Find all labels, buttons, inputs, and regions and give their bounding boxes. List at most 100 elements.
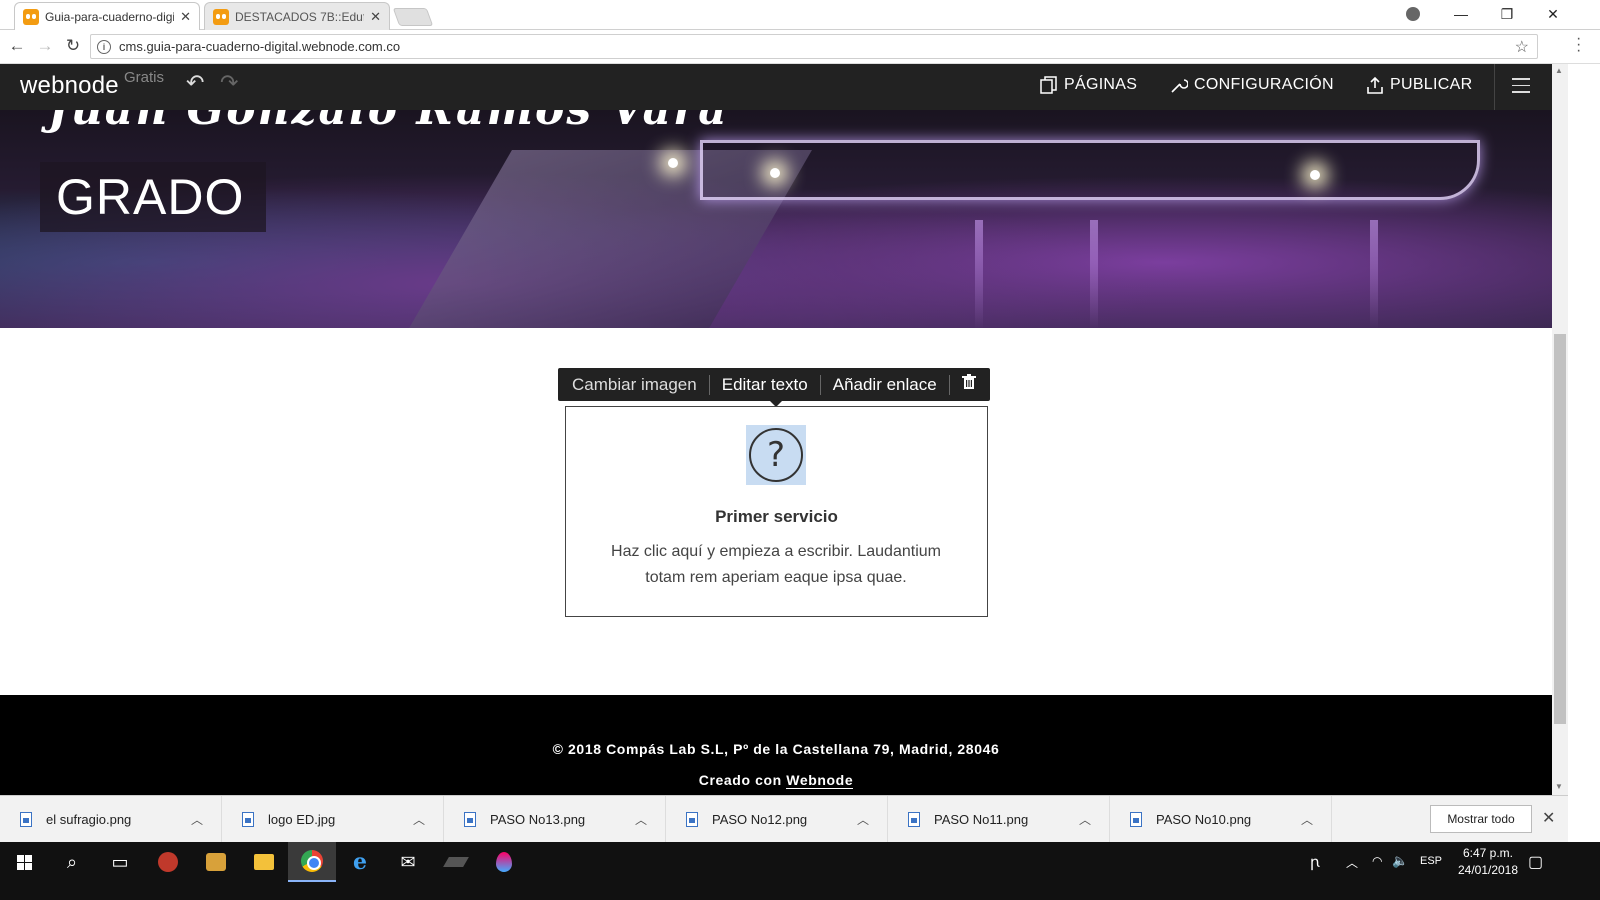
- chevron-up-icon[interactable]: ︿: [413, 811, 443, 828]
- file-explorer-icon[interactable]: [240, 842, 288, 882]
- webnode-link[interactable]: Webnode: [786, 772, 854, 789]
- mail-icon[interactable]: ✉: [384, 842, 432, 882]
- profile-icon[interactable]: [1390, 0, 1436, 28]
- internet-explorer-icon[interactable]: e: [336, 842, 384, 882]
- redo-icon[interactable]: ↷: [220, 70, 238, 96]
- image-file-icon: [242, 812, 254, 827]
- chevron-up-icon[interactable]: ︿: [635, 811, 665, 828]
- edit-text-button[interactable]: Editar texto: [710, 374, 821, 395]
- pages-button[interactable]: PÁGINAS: [1040, 76, 1137, 94]
- upload-icon: [1366, 76, 1384, 94]
- volume-icon[interactable]: 🔈: [1392, 853, 1408, 869]
- notifications-icon[interactable]: ▢: [1528, 852, 1543, 872]
- webnode-favicon-icon: [23, 8, 39, 25]
- new-tab-button[interactable]: [392, 8, 434, 26]
- hero-deck-lights: [700, 140, 1480, 200]
- app-red-icon[interactable]: [144, 842, 192, 882]
- page-scrollbar[interactable]: ▲ ▼: [1552, 64, 1568, 795]
- plan-label: Gratis: [124, 69, 165, 86]
- image-file-icon: [908, 812, 920, 827]
- chrome-icon[interactable]: [288, 842, 336, 882]
- footer-made-with: Creado con Webnode: [0, 772, 1552, 789]
- chevron-up-icon[interactable]: ︿: [1301, 811, 1331, 828]
- image-file-icon: [1130, 812, 1142, 827]
- grado-heading[interactable]: GRADO: [56, 168, 244, 226]
- search-icon[interactable]: ⌕: [48, 842, 96, 882]
- download-item[interactable]: PASO No10.png ︿: [1110, 796, 1332, 843]
- show-all-button[interactable]: Mostrar todo: [1430, 805, 1532, 833]
- app-paint-icon[interactable]: [480, 842, 528, 882]
- download-filename: logo ED.jpg: [268, 812, 336, 827]
- info-icon[interactable]: i: [97, 39, 111, 54]
- wifi-icon[interactable]: ◠: [1372, 854, 1382, 868]
- pages-label: PÁGINAS: [1064, 76, 1138, 93]
- close-tab-icon[interactable]: ✕: [180, 9, 191, 25]
- water-reflection: [975, 220, 983, 328]
- close-downloads-icon[interactable]: ✕: [1542, 808, 1555, 828]
- address-bar[interactable]: i cms.guia-para-cuaderno-digital.webnode…: [90, 34, 1538, 59]
- download-item[interactable]: logo ED.jpg ︿: [222, 796, 444, 843]
- app-dark-icon[interactable]: [432, 842, 480, 882]
- scroll-thumb[interactable]: [1554, 334, 1566, 724]
- trash-icon[interactable]: [950, 374, 976, 395]
- reload-icon[interactable]: ↻: [62, 35, 84, 57]
- webnode-logo[interactable]: webnode: [20, 72, 119, 100]
- windows-start-icon[interactable]: [0, 842, 48, 882]
- people-icon[interactable]: ꞃ: [1310, 853, 1320, 871]
- download-filename: PASO No13.png: [490, 812, 586, 827]
- task-view-icon[interactable]: ▭: [96, 842, 144, 882]
- webnode-editor-bar: webnode Gratis ↶ ↷ PÁGINAS CONFIGURACIÓN…: [0, 64, 1552, 110]
- add-link-button[interactable]: Añadir enlace: [821, 374, 950, 395]
- close-window-button[interactable]: ✕: [1530, 0, 1576, 28]
- download-filename: el sufragio.png: [46, 812, 132, 827]
- tab-guia[interactable]: Guia-para-cuaderno-digi ✕: [14, 2, 200, 30]
- chevron-up-icon[interactable]: ︿: [1346, 854, 1358, 871]
- minimize-button[interactable]: —: [1438, 0, 1484, 28]
- restore-button[interactable]: ❐: [1484, 0, 1530, 28]
- download-item[interactable]: el sufragio.png ︿: [0, 796, 222, 843]
- tab-destacados[interactable]: DESTACADOS 7B::Edufisi ✕: [204, 2, 390, 30]
- lamp-light-icon: [668, 158, 678, 168]
- url-text[interactable]: cms.guia-para-cuaderno-digital.webnode.c…: [119, 39, 400, 54]
- webnode-favicon-icon: [213, 8, 229, 25]
- tab-title: Guia-para-cuaderno-digi: [45, 9, 175, 24]
- image-file-icon: [686, 812, 698, 827]
- question-mark-icon[interactable]: ?: [746, 425, 806, 485]
- service-title[interactable]: Primer servicio: [566, 507, 987, 527]
- download-item[interactable]: PASO No13.png ︿: [444, 796, 666, 843]
- downloads-bar: el sufragio.png ︿ logo ED.jpg ︿ PASO No1…: [0, 795, 1568, 843]
- chevron-up-icon[interactable]: ︿: [191, 811, 221, 828]
- publish-label: PUBLICAR: [1390, 76, 1473, 93]
- forward-arrow-icon[interactable]: →: [34, 35, 56, 57]
- change-image-button[interactable]: Cambiar imagen: [572, 374, 710, 395]
- browser-menu-icon[interactable]: · · ·: [1576, 31, 1581, 59]
- clock[interactable]: 6:47 p.m. 24/01/2018: [1448, 845, 1528, 879]
- publish-button[interactable]: PUBLICAR: [1366, 76, 1472, 94]
- pages-icon: [1040, 76, 1058, 94]
- download-item[interactable]: PASO No11.png ︿: [888, 796, 1110, 843]
- scroll-down-icon[interactable]: ▼: [1555, 782, 1563, 791]
- chevron-up-icon[interactable]: ︿: [857, 811, 887, 828]
- close-tab-icon[interactable]: ✕: [370, 9, 381, 25]
- bookmark-star-icon[interactable]: ☆: [1515, 37, 1529, 57]
- lamp-light-icon: [770, 168, 780, 178]
- download-filename: PASO No10.png: [1156, 812, 1252, 827]
- app-settings-icon[interactable]: [192, 842, 240, 882]
- chevron-up-icon[interactable]: ︿: [1079, 811, 1109, 828]
- configuration-button[interactable]: CONFIGURACIÓN: [1170, 76, 1334, 94]
- language-indicator[interactable]: ESP: [1420, 855, 1442, 867]
- service-text[interactable]: Haz clic aquí y empieza a escribir. Laud…: [596, 539, 956, 591]
- grado-box[interactable]: GRADO: [40, 162, 266, 232]
- hamburger-menu-icon[interactable]: [1512, 78, 1530, 98]
- back-arrow-icon[interactable]: ←: [6, 35, 28, 57]
- undo-icon[interactable]: ↶: [186, 70, 204, 96]
- service-card[interactable]: ? Primer servicio Haz clic aquí y empiez…: [565, 406, 988, 617]
- hero-script-title[interactable]: Juan Gonzalo Ramos Vara: [48, 110, 729, 135]
- image-file-icon: [464, 812, 476, 827]
- download-item[interactable]: PASO No12.png ︿: [666, 796, 888, 843]
- scroll-up-icon[interactable]: ▲: [1555, 66, 1563, 75]
- wrench-icon: [1170, 76, 1188, 94]
- hero-banner[interactable]: Juan Gonzalo Ramos Vara GRADO: [0, 110, 1552, 328]
- clock-date: 24/01/2018: [1457, 863, 1519, 877]
- water-reflection: [1090, 220, 1098, 328]
